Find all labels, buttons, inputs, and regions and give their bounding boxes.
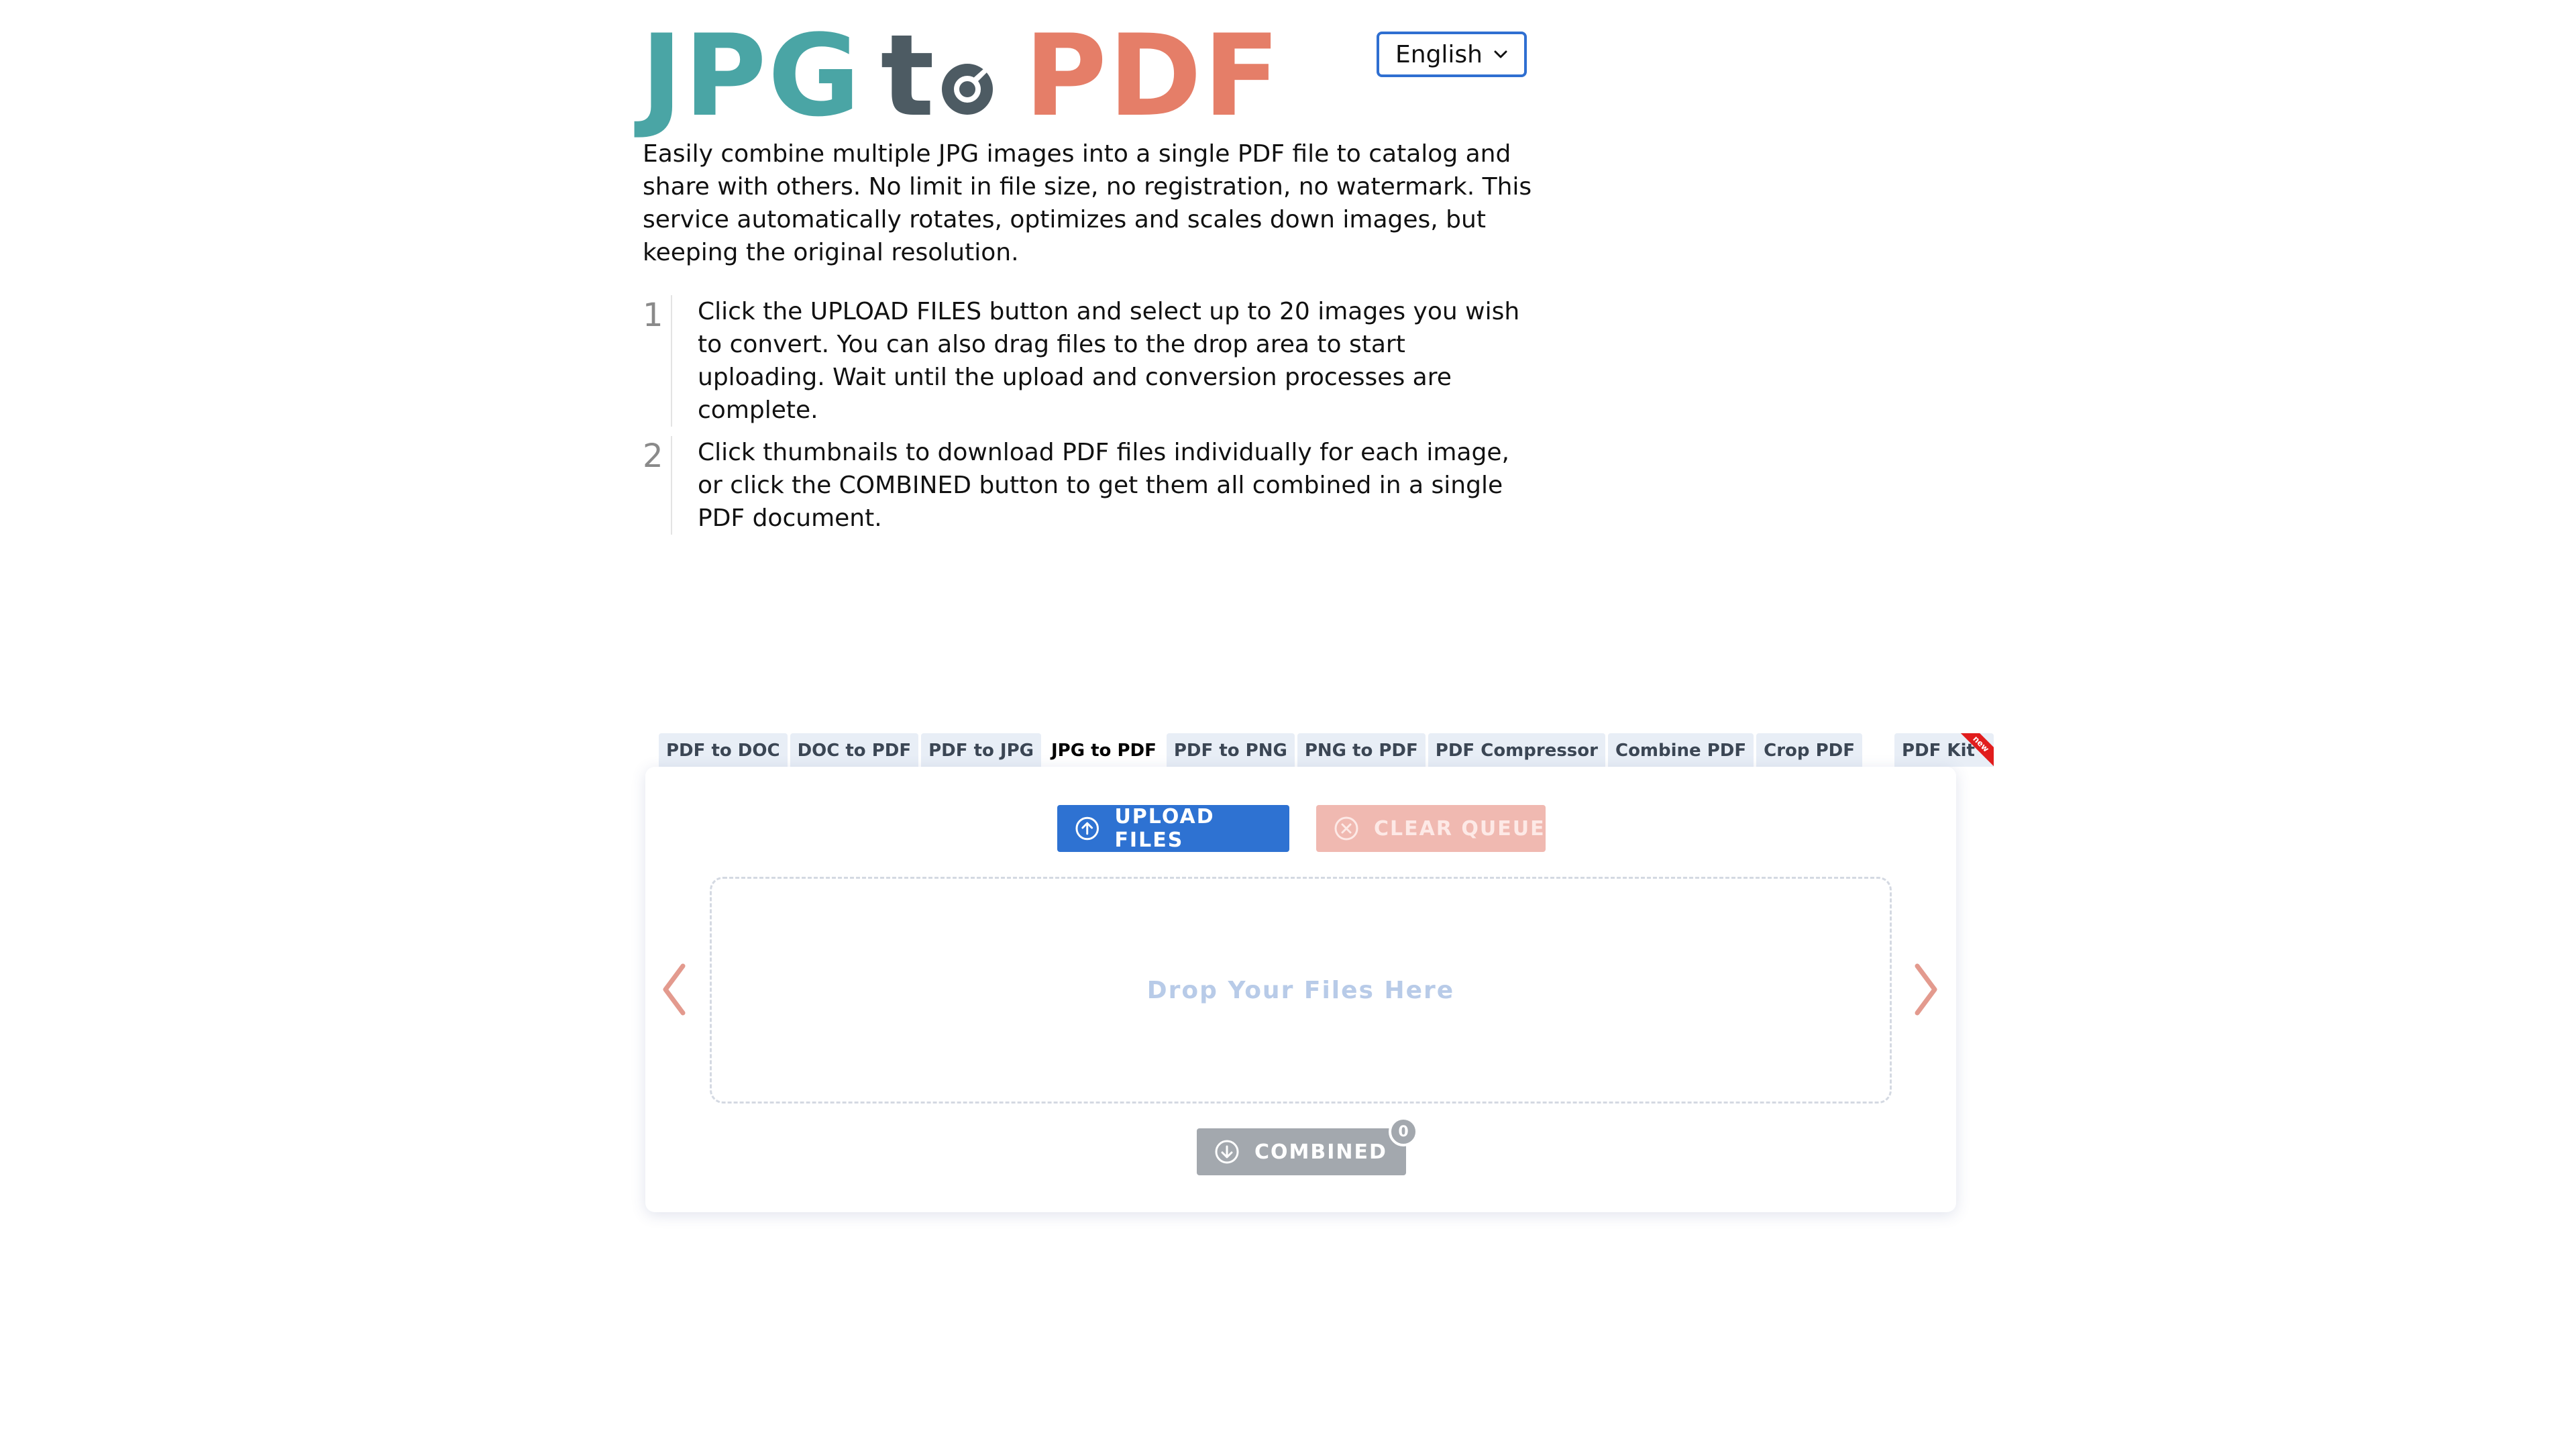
tab-jpg-to-pdf[interactable]: JPG to PDF: [1044, 733, 1164, 767]
logo-word-jpg: JPG: [641, 10, 862, 142]
step-number: 1: [643, 297, 663, 334]
clear-queue-label: CLEAR QUEUE: [1374, 816, 1546, 841]
steps-list: 1 Click the UPLOAD FILES button and sele…: [643, 295, 1542, 544]
tab-pdf-kit[interactable]: PDF Kit new: [1894, 733, 1994, 767]
x-circle-icon: [1334, 816, 1358, 841]
tab-doc-to-pdf[interactable]: DOC to PDF: [790, 733, 919, 767]
tab-combine-pdf[interactable]: Combine PDF: [1607, 733, 1754, 767]
chevron-left-icon[interactable]: [657, 959, 691, 1020]
chevron-right-icon[interactable]: [1909, 959, 1943, 1020]
language-select-value: English: [1395, 40, 1483, 68]
file-drop-zone[interactable]: Drop Your Files Here: [710, 877, 1892, 1104]
combined-count-badge: 0: [1389, 1117, 1418, 1146]
tab-pdf-compressor[interactable]: PDF Compressor: [1428, 733, 1605, 767]
arrow-down-circle-icon: [1215, 1140, 1239, 1164]
drop-zone-text: Drop Your Files Here: [1146, 976, 1455, 1004]
tab-pdf-to-jpg[interactable]: PDF to JPG: [921, 733, 1041, 767]
step-number: 2: [643, 437, 663, 475]
clear-queue-button[interactable]: CLEAR QUEUE: [1316, 805, 1546, 852]
step-item: 1 Click the UPLOAD FILES button and sele…: [643, 295, 1542, 427]
language-select[interactable]: English: [1377, 32, 1527, 77]
tab-pdf-to-png[interactable]: PDF to PNG: [1166, 733, 1295, 767]
tab-png-to-pdf[interactable]: PNG to PDF: [1297, 733, 1426, 767]
combined-button[interactable]: COMBINED: [1197, 1128, 1406, 1175]
step-text: Click thumbnails to download PDF files i…: [671, 436, 1529, 535]
chevron-down-icon: [1494, 50, 1507, 58]
step-text: Click the UPLOAD FILES button and select…: [671, 295, 1529, 427]
logo-letter-t: t: [880, 10, 936, 142]
step-item: 2 Click thumbnails to download PDF files…: [643, 436, 1542, 535]
logo-swirl-icon: [941, 64, 993, 115]
tool-tabs: PDF to DOC DOC to PDF PDF to JPG JPG to …: [659, 733, 1996, 767]
logo-word-pdf: PDF: [1024, 10, 1282, 142]
logo-word-to: t: [880, 10, 998, 142]
tab-pdf-to-doc[interactable]: PDF to DOC: [659, 733, 788, 767]
combined-label: COMBINED: [1254, 1140, 1387, 1164]
tab-crop-pdf[interactable]: Crop PDF: [1756, 733, 1862, 767]
upload-files-button[interactable]: UPLOAD FILES: [1057, 805, 1289, 852]
site-logo[interactable]: JPG t PDF: [641, 10, 1282, 142]
tab-pdf-kit-label: PDF Kit: [1901, 741, 1975, 761]
arrow-up-circle-icon: [1075, 816, 1099, 841]
converter-panel: UPLOAD FILES CLEAR QUEUE Drop Your Files…: [645, 767, 1956, 1212]
intro-paragraph: Easily combine multiple JPG images into …: [643, 140, 1532, 266]
upload-files-label: UPLOAD FILES: [1114, 805, 1215, 852]
